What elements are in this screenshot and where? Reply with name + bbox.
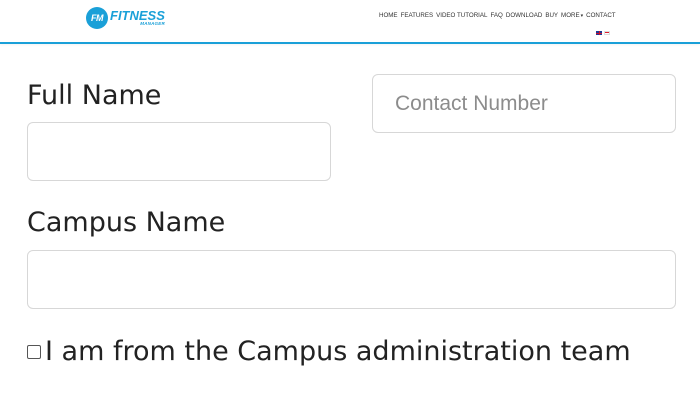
main-nav: HOME FEATURES VIDEO TUTORIAL FAQ DOWNLOA…: [379, 12, 616, 19]
nav-video-tutorial[interactable]: VIDEO TUTORIAL: [436, 12, 487, 19]
nav-download[interactable]: DOWNLOAD: [506, 12, 542, 19]
logo-subtitle: MANAGER: [140, 21, 165, 27]
uk-flag-icon[interactable]: [596, 31, 602, 35]
logo-badge: FM: [86, 7, 108, 29]
nav-faq[interactable]: FAQ: [490, 12, 502, 19]
site-header: FM FITNESS MANAGER HOME FEATURES VIDEO T…: [0, 0, 700, 44]
contact-number-input[interactable]: [372, 74, 676, 133]
nav-more-label: MORE: [561, 12, 580, 19]
fitness-manager-logo[interactable]: FM FITNESS MANAGER: [86, 5, 165, 31]
admin-checkbox-row[interactable]: I am from the Campus administration team: [27, 336, 631, 367]
nav-contact[interactable]: CONTACT: [586, 12, 615, 19]
admin-checkbox[interactable]: [27, 344, 41, 359]
nav-more[interactable]: MORE▾: [561, 12, 583, 19]
full-name-label: Full Name: [27, 80, 162, 111]
admin-checkbox-label: I am from the Campus administration team: [45, 336, 631, 367]
campus-name-input[interactable]: [27, 250, 676, 309]
full-name-input[interactable]: [27, 122, 331, 181]
chevron-down-icon: ▾: [580, 13, 584, 19]
logo-wordmark: FITNESS MANAGER: [110, 9, 165, 27]
nav-home[interactable]: HOME: [379, 12, 398, 19]
nav-buy[interactable]: BUY: [545, 12, 558, 19]
page: FM FITNESS MANAGER HOME FEATURES VIDEO T…: [0, 0, 700, 400]
campus-name-label: Campus Name: [27, 207, 226, 238]
nav-features[interactable]: FEATURES: [401, 12, 434, 19]
indonesia-flag-icon[interactable]: [604, 31, 610, 35]
language-switcher: [596, 31, 610, 35]
